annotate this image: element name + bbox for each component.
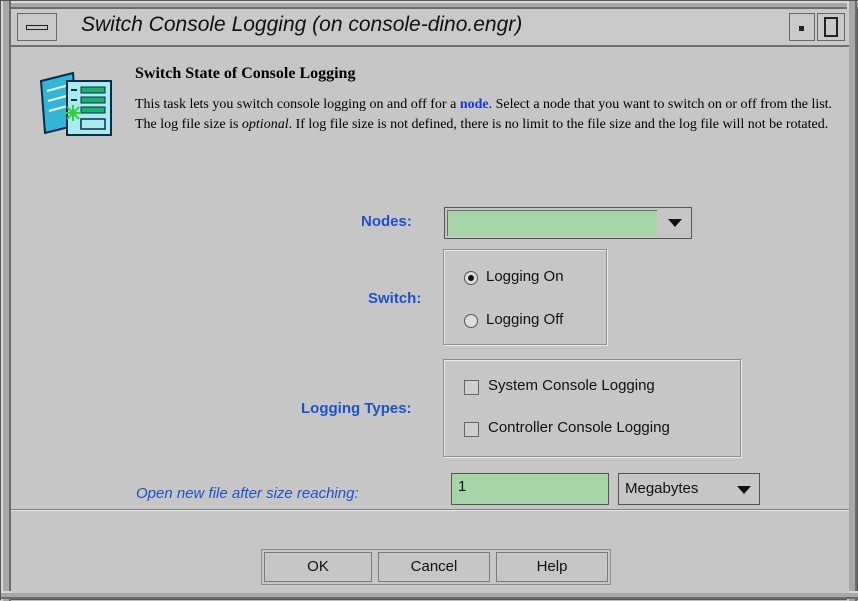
window-frame-left[interactable] — [1, 1, 11, 601]
logging-types-label: Logging Types: — [301, 400, 412, 417]
window-title: Switch Console Logging (on console-dino.… — [81, 13, 523, 36]
dialog-content: Switch State of Console Logging This tas… — [11, 47, 849, 509]
dropdown-arrow-icon[interactable] — [661, 210, 689, 236]
nodes-field[interactable] — [447, 210, 657, 236]
desc-italic: optional — [241, 117, 289, 132]
checkbox-controller-console[interactable] — [464, 422, 479, 437]
button-row: OK Cancel Help — [261, 549, 611, 585]
logging-types-group: System Console Logging Controller Consol… — [443, 359, 741, 457]
size-input[interactable]: 1 — [451, 473, 609, 505]
dropdown-arrow-icon — [737, 486, 751, 494]
window-frame-top[interactable] — [1, 1, 858, 9]
checkbox-system-console-label[interactable]: System Console Logging — [488, 377, 655, 394]
radio-logging-on-label[interactable]: Logging On — [486, 268, 564, 285]
cancel-button[interactable]: Cancel — [378, 552, 490, 582]
radio-logging-off[interactable] — [464, 314, 478, 328]
checkbox-system-console[interactable] — [464, 380, 479, 395]
minimize-icon[interactable] — [789, 13, 815, 41]
ok-button[interactable]: OK — [264, 552, 372, 582]
size-unit-dropdown[interactable]: Megabytes — [618, 473, 760, 505]
task-description: This task lets you switch console loggin… — [135, 95, 835, 135]
desc-text-3: . If log file size is not defined, there… — [288, 117, 829, 132]
nodes-label: Nodes: — [361, 213, 412, 230]
node-link[interactable]: node — [460, 97, 489, 112]
page-title: Switch State of Console Logging — [135, 65, 356, 82]
help-button[interactable]: Help — [496, 552, 608, 582]
size-unit-value: Megabytes — [625, 480, 699, 497]
switch-label: Switch: — [368, 290, 422, 307]
title-bar[interactable]: Switch Console Logging (on console-dino.… — [11, 9, 849, 47]
nodes-dropdown[interactable] — [444, 207, 692, 239]
radio-logging-on[interactable] — [464, 271, 478, 285]
task-icon — [37, 67, 117, 147]
dialog-window: Switch Console Logging (on console-dino.… — [0, 0, 858, 601]
desc-text-1: This task lets you switch console loggin… — [135, 97, 460, 112]
button-bar: OK Cancel Help — [11, 511, 849, 593]
checkbox-controller-console-label[interactable]: Controller Console Logging — [488, 419, 670, 436]
radio-logging-off-label[interactable]: Logging Off — [486, 311, 563, 328]
size-label: Open new file after size reaching: — [136, 485, 359, 502]
window-menu-icon[interactable] — [17, 13, 57, 41]
switch-radio-group: Logging On Logging Off — [443, 249, 607, 345]
maximize-icon[interactable] — [817, 13, 845, 41]
